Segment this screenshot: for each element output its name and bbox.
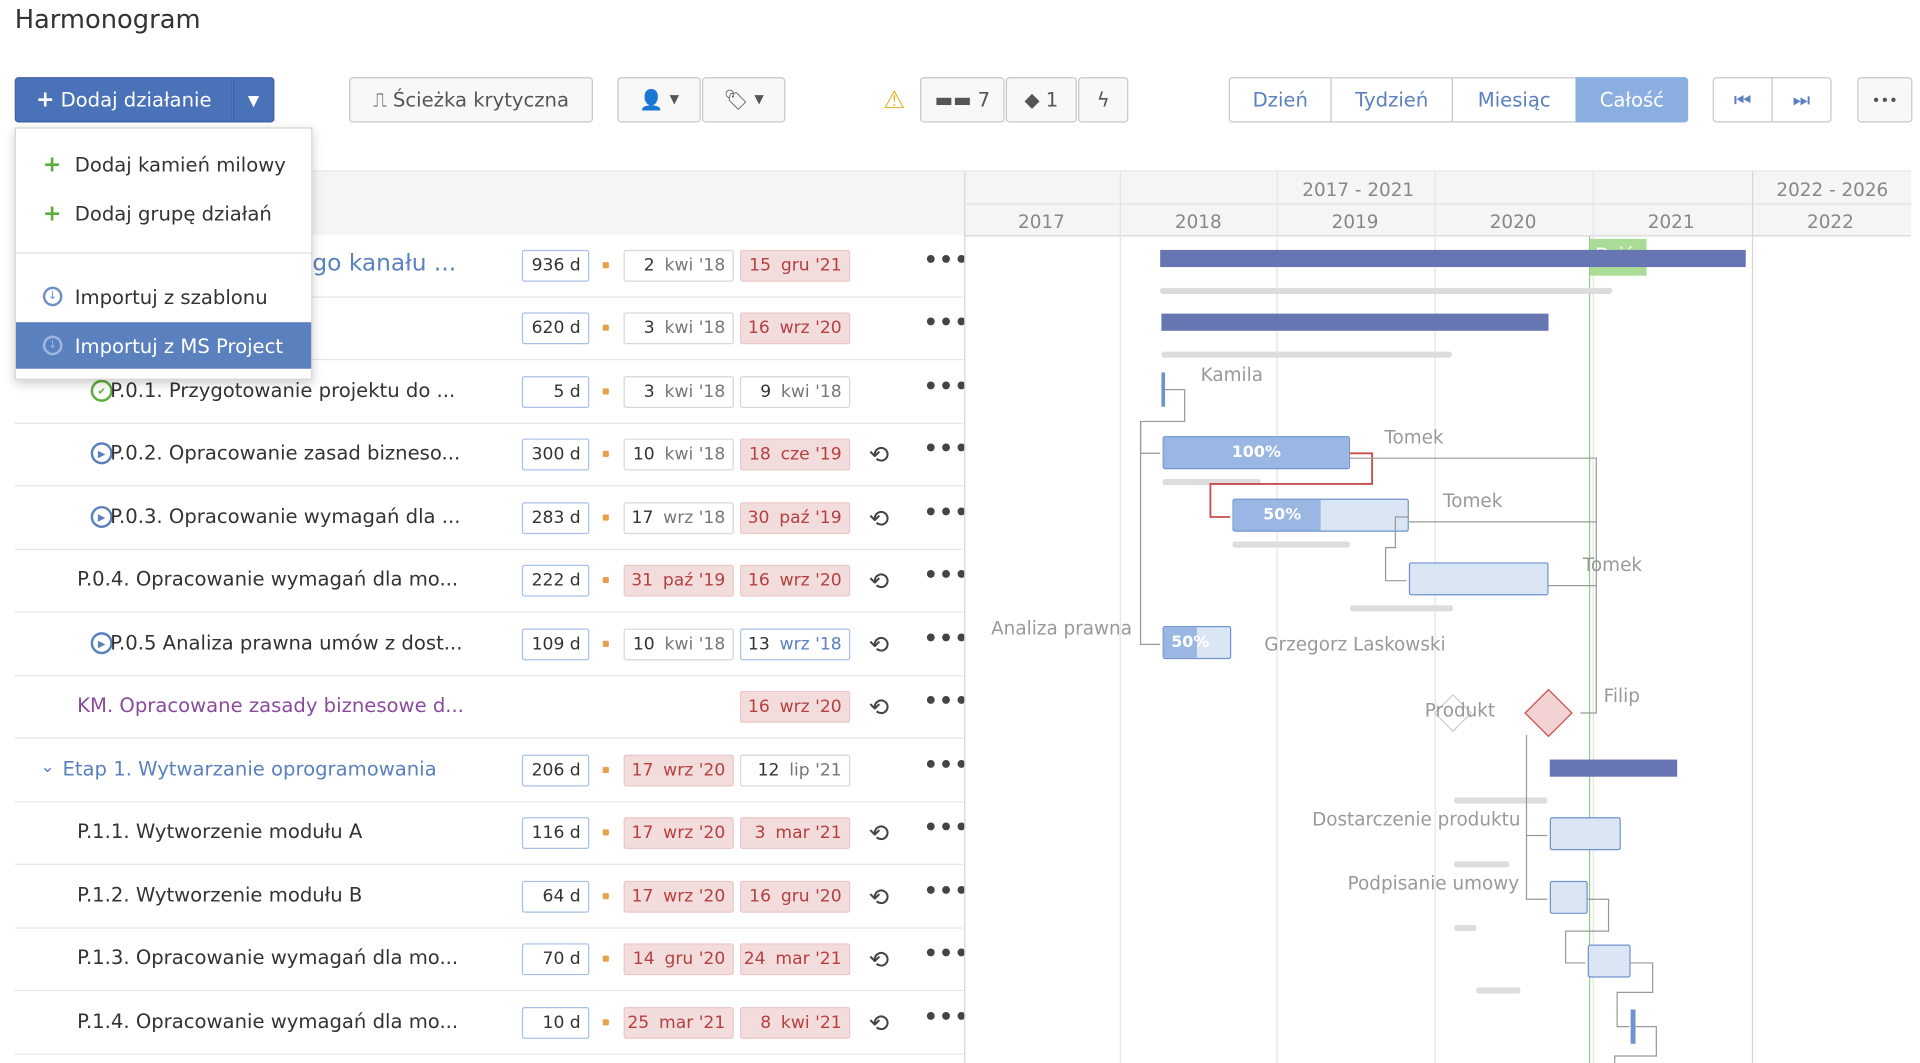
menu-import-template[interactable]: ↓ Importuj z szablonu xyxy=(16,273,311,320)
add-activity-menu: + Dodaj kamień milowy + Dodaj grupę działa… xyxy=(14,127,313,380)
menu-add-group[interactable]: + Dodaj grupę działań xyxy=(16,190,311,237)
menu-import-ms-project[interactable]: ↓ Importuj z MS Project xyxy=(15,322,312,369)
plus-icon: + xyxy=(42,151,62,178)
menu-add-milestone[interactable]: + Dodaj kamień milowy xyxy=(16,141,311,188)
plus-icon: + xyxy=(42,200,62,227)
menu-separator xyxy=(15,252,312,254)
import-icon: ↓ xyxy=(42,335,63,356)
import-icon: ↓ xyxy=(42,286,63,307)
